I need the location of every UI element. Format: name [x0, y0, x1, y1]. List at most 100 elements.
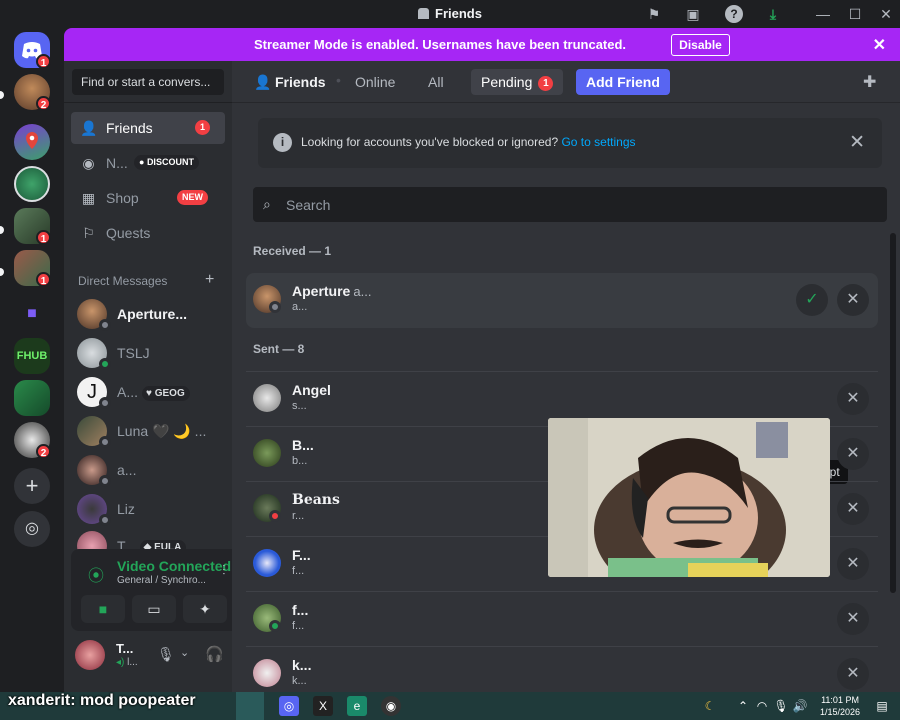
guild-tag: ♥ GEOG: [142, 386, 190, 401]
request-username: f...: [292, 602, 309, 618]
create-dm-icon[interactable]: +: [205, 271, 214, 289]
add-server-button[interactable]: +: [14, 468, 50, 504]
title-bar: Friends ⚑ ▣ ? ⤓ — ☐ ✕: [0, 0, 900, 28]
nav-nitro[interactable]: ◉ N... ● DISCOUNT: [71, 147, 225, 179]
microphone-tray-icon[interactable]: 🎙: [771, 696, 791, 716]
request-username: Aperture a...: [292, 283, 372, 299]
notice-close-icon[interactable]: ✕: [849, 131, 865, 154]
find-conversation-button[interactable]: Find or start a convers...: [72, 69, 224, 95]
shop-icon: ▦: [81, 190, 96, 206]
pending-request-row[interactable]: Aperturea... a... Accept ✓ ✕: [246, 273, 878, 484]
disable-button[interactable]: Disable: [671, 34, 730, 56]
webcam-overlay: [548, 418, 830, 577]
cancel-request-button[interactable]: ✕: [837, 603, 869, 635]
close-button[interactable]: ✕: [876, 4, 896, 24]
nav-friends[interactable]: 👤 Friends 1: [71, 112, 225, 144]
status-indicator: [99, 514, 111, 526]
home-button[interactable]: 1: [14, 32, 51, 69]
avatar[interactable]: [75, 640, 105, 670]
tab-all[interactable]: All: [418, 69, 454, 95]
headphones-icon[interactable]: 🎧: [205, 645, 224, 663]
server-disc[interactable]: 2: [14, 422, 51, 459]
banner-text: Streamer Mode is enabled. Usernames have…: [253, 37, 627, 52]
download-icon[interactable]: ⤓: [764, 5, 782, 23]
sent-header: Sent — 8: [253, 342, 305, 356]
status-indicator: [99, 475, 111, 487]
search-input[interactable]: [286, 195, 866, 215]
blocked-accounts-notice: i Looking for accounts you've blocked or…: [258, 118, 882, 168]
accept-button[interactable]: ✓: [796, 284, 828, 316]
nav-label: Friends: [106, 120, 153, 136]
flag-icon[interactable]: ⚑: [645, 5, 663, 23]
nav-label: N...: [106, 155, 128, 171]
dm-item[interactable]: Aperture...: [71, 296, 225, 332]
volume-icon[interactable]: 🔊: [790, 696, 810, 716]
server-map[interactable]: [14, 124, 50, 160]
tab-online[interactable]: Online: [345, 69, 405, 95]
discount-tag: ● DISCOUNT: [134, 155, 199, 170]
cancel-request-button[interactable]: ✕: [837, 438, 869, 470]
server-anime[interactable]: 1: [14, 250, 51, 287]
server-fhub[interactable]: FHUB: [14, 338, 50, 374]
server-wolf[interactable]: [14, 380, 50, 416]
maximize-button[interactable]: ☐: [845, 4, 865, 24]
dm-item[interactable]: Liz: [71, 491, 225, 527]
status-indicator: [99, 397, 111, 409]
camera-button[interactable]: ■: [81, 595, 125, 623]
task-view-icon[interactable]: [236, 692, 264, 720]
banner-close-icon[interactable]: ✕: [873, 35, 886, 55]
new-group-dm-icon[interactable]: ✚: [863, 72, 876, 92]
cancel-request-button[interactable]: ✕: [837, 658, 869, 690]
inbox-icon[interactable]: ▣: [684, 5, 702, 23]
friends-search: ⌕: [253, 187, 887, 222]
moon-icon[interactable]: ☾: [700, 696, 720, 716]
help-icon[interactable]: ?: [725, 5, 743, 23]
go-to-settings-link[interactable]: Go to settings: [561, 135, 635, 149]
avatar: [253, 384, 281, 412]
nav-quests[interactable]: ⚐ Quests: [71, 217, 225, 249]
map-pin-icon: [26, 132, 38, 149]
cancel-request-button[interactable]: ✕: [837, 548, 869, 580]
app-taskbar-icon[interactable]: X: [313, 696, 333, 716]
friends-icon: 👤: [80, 120, 98, 136]
add-friend-button[interactable]: Add Friend: [576, 69, 670, 95]
status-indicator: [269, 301, 281, 313]
taskbar-clock[interactable]: 11:01 PM 1/15/2026: [820, 694, 860, 718]
channel-sidebar: Find or start a convers... 👤 Friends 1 ◉…: [64, 61, 288, 692]
discord-taskbar-icon[interactable]: ◎: [279, 696, 299, 716]
server-minecraft[interactable]: 1: [14, 208, 51, 245]
edge-taskbar-icon[interactable]: e: [347, 696, 367, 716]
dm-name: Luna 🖤 🌙 ...: [117, 423, 207, 439]
request-subtext: k...: [292, 675, 307, 687]
notification-icon[interactable]: ▤: [872, 696, 892, 716]
folder-icon[interactable]: ■: [14, 296, 50, 332]
noise-suppression-icon[interactable]: ⫶: [222, 562, 226, 579]
chevron-down-icon[interactable]: ⌄: [180, 646, 189, 659]
dm-item[interactable]: a...: [71, 452, 225, 488]
request-subtext: s...: [292, 400, 307, 412]
nav-label: Shop: [106, 190, 139, 206]
minimize-button[interactable]: —: [813, 4, 833, 24]
activities-button[interactable]: ✦: [183, 595, 227, 623]
discover-icon[interactable]: ◎: [14, 511, 50, 547]
cancel-request-button[interactable]: ✕: [837, 383, 869, 415]
tab-pending[interactable]: Pending 1: [471, 69, 564, 95]
dm-item[interactable]: Luna 🖤 🌙 ...: [71, 413, 225, 449]
nav-label: Quests: [106, 225, 151, 241]
dm-name: A... ♥ GEOG: [117, 384, 190, 401]
server-earth[interactable]: [14, 166, 50, 202]
microphone-icon[interactable]: 🎙: [157, 646, 175, 663]
server-avatar-1[interactable]: 2: [14, 74, 51, 111]
screen-share-button[interactable]: ▭: [132, 595, 176, 623]
cancel-request-button[interactable]: ✕: [837, 493, 869, 525]
chevron-up-icon[interactable]: ⌃: [733, 696, 753, 716]
obs-taskbar-icon[interactable]: ◉: [381, 696, 401, 716]
scrollbar[interactable]: [890, 233, 896, 593]
sent-request-row[interactable]: f... f... ✕: [246, 591, 878, 646]
nav-shop[interactable]: ▦ Shop NEW: [71, 182, 225, 214]
dm-item[interactable]: TSLJ: [71, 335, 225, 371]
status-indicator: [269, 510, 281, 522]
ignore-button[interactable]: ✕: [837, 284, 869, 316]
wifi-icon[interactable]: ◠: [752, 696, 772, 716]
dm-item[interactable]: J A... ♥ GEOG: [71, 374, 225, 410]
